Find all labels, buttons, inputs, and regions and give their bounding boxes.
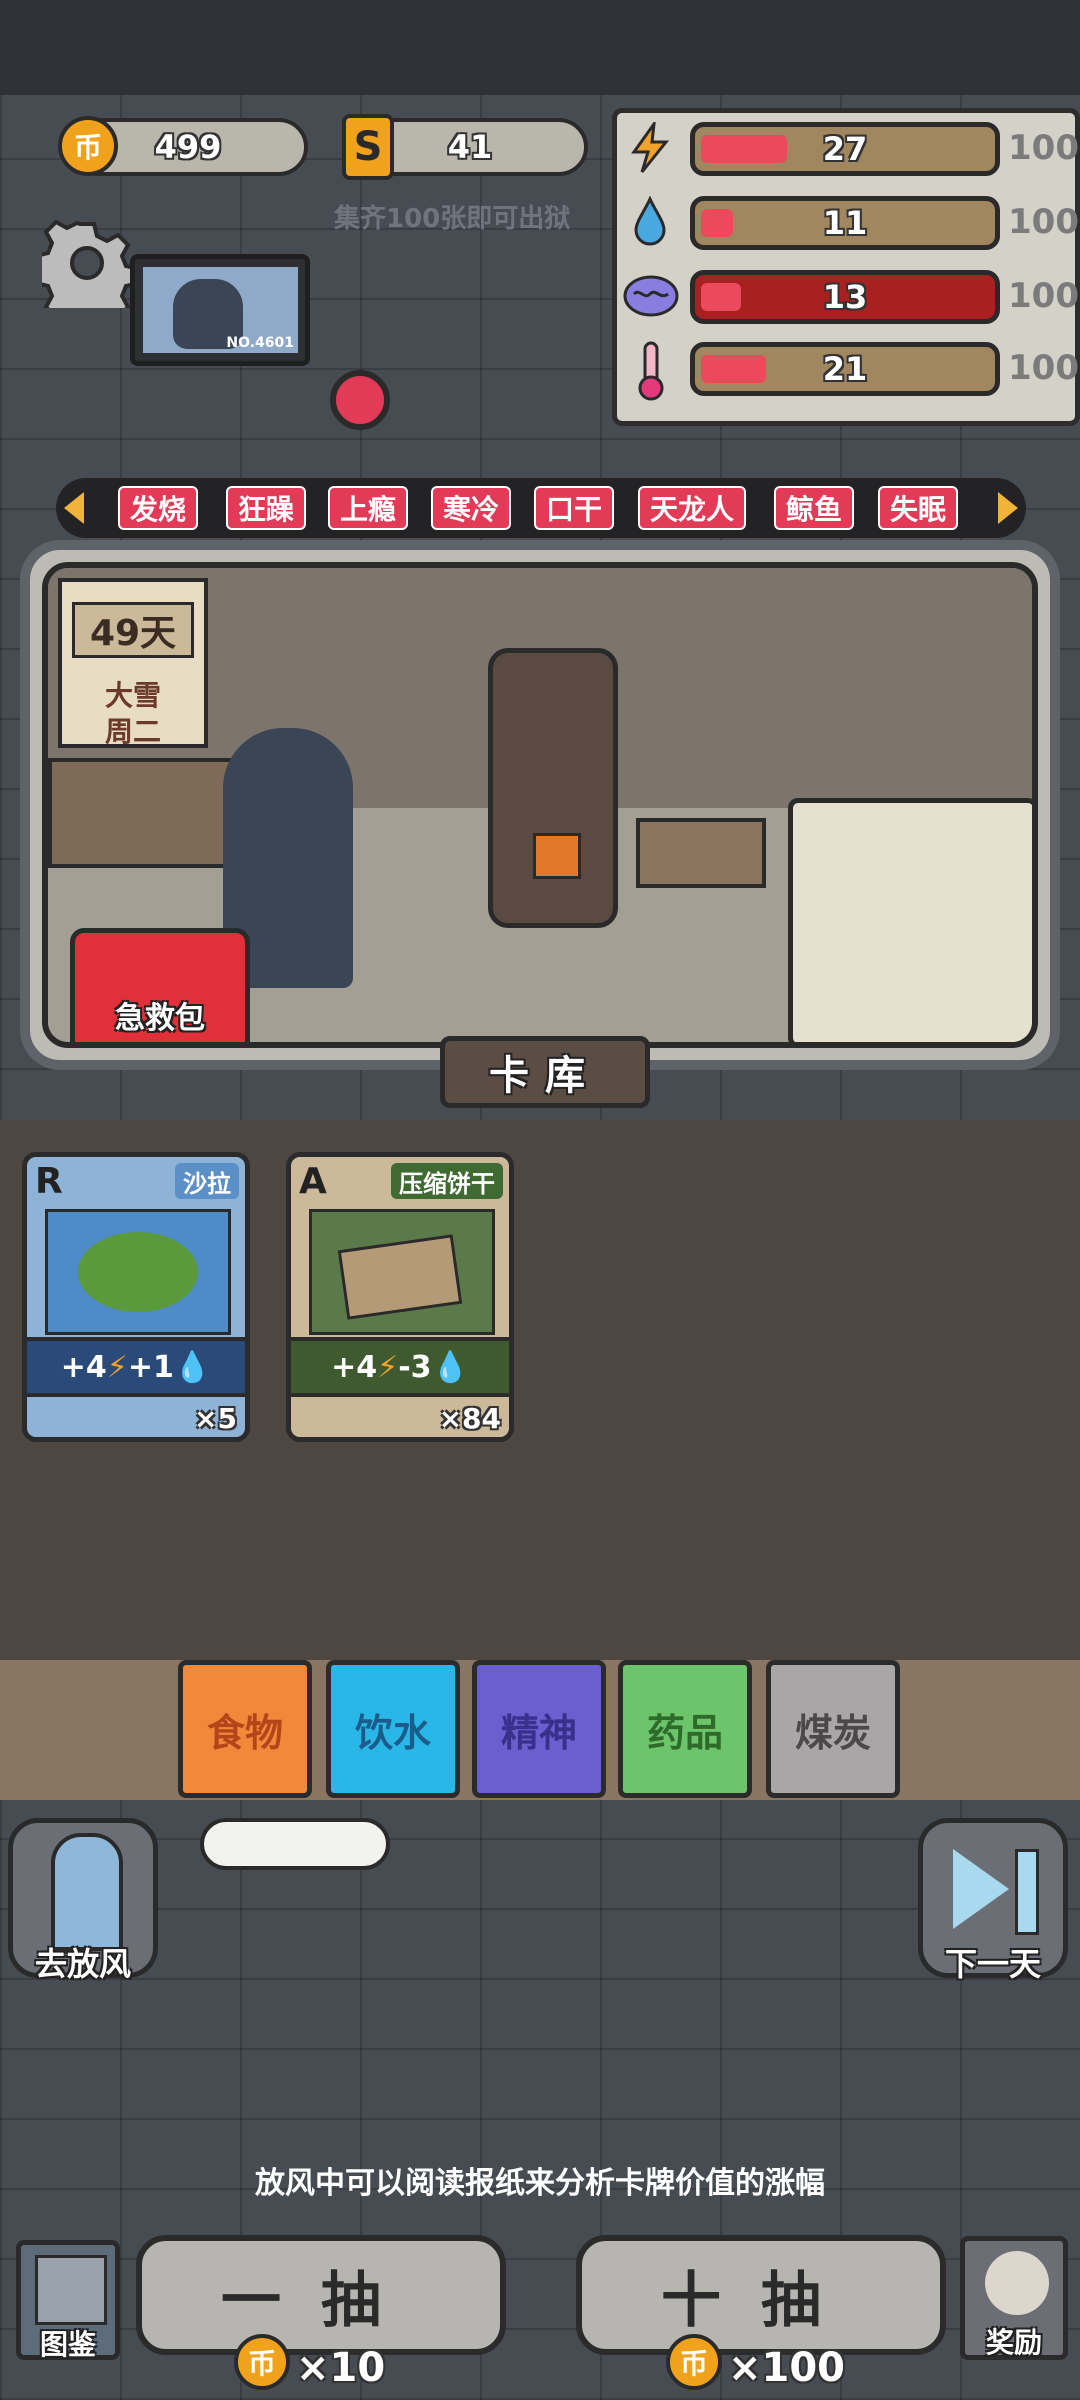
cell-scene: 49天 大雪 周二 急救包 — [42, 562, 1038, 1048]
collect-hint: 集齐100张即可出狱 — [334, 204, 571, 234]
prisoner-number: NO.4601 — [226, 335, 294, 351]
card-compressed-biscuit[interactable]: A 压缩饼干 +4 ⚡ -3 💧 ×84 — [286, 1152, 514, 1442]
spirit-max: 100 — [1008, 276, 1079, 316]
next-day-button[interactable]: 下一天 — [918, 1818, 1068, 1983]
card-rarity: A — [299, 1161, 327, 1202]
energy-max: 100 — [1008, 128, 1079, 168]
water-max: 100 — [1008, 202, 1079, 242]
energy-bar: 27 — [690, 122, 1000, 176]
gear-icon[interactable] — [34, 218, 140, 330]
tab-food[interactable]: 食物 — [178, 1660, 312, 1798]
lightning-icon: ⚡ — [106, 1349, 128, 1385]
alarm-light — [330, 370, 390, 430]
book-icon — [35, 2255, 107, 2325]
water-drop-icon — [632, 195, 668, 248]
tag-tianlongren[interactable]: 天龙人 — [638, 486, 747, 530]
coin-icon: 币 — [58, 116, 118, 176]
calendar: 49天 大雪 周二 — [58, 578, 208, 748]
spirit-bar: 13 — [690, 270, 1000, 324]
tag-insomnia[interactable]: 失眠 — [878, 486, 959, 530]
tag-addicted[interactable]: 上瘾 — [328, 486, 409, 530]
first-aid-kit[interactable]: 急救包 — [70, 928, 250, 1042]
stove[interactable] — [488, 648, 618, 928]
next-day-bar — [1015, 1849, 1039, 1935]
coin-icon: 币 — [234, 2334, 290, 2390]
codex-button[interactable]: 图鉴 — [16, 2240, 120, 2361]
card-salad[interactable]: R 沙拉 +4 ⚡ +1 💧 ×5 — [22, 1152, 250, 1442]
coin-icon: 币 — [666, 2334, 722, 2390]
biscuit-icon — [337, 1234, 463, 1320]
tip-text: 放风中可以阅读报纸来分析卡牌价值的涨幅 — [255, 2166, 825, 2201]
water-bar: 11 — [690, 196, 1000, 250]
tab-coal[interactable]: 煤炭 — [766, 1660, 900, 1798]
lightning-icon — [630, 118, 670, 174]
bed — [788, 798, 1032, 1042]
temperature-max: 100 — [1008, 348, 1079, 388]
tab-spirit[interactable]: 精神 — [472, 1660, 606, 1798]
game-screen: 499 币 41 S 集齐100张即可出狱 NO.4601 27 100 11 … — [0, 0, 1080, 2400]
next-day-icon — [953, 1849, 1009, 1929]
tab-medicine[interactable]: 药品 — [618, 1660, 752, 1798]
card-count: ×84 — [438, 1402, 501, 1435]
mouse-icon — [985, 2251, 1049, 2315]
biscuit-art — [309, 1209, 495, 1335]
brain-icon — [622, 272, 680, 320]
ticket-icon: S — [342, 114, 394, 180]
card-count: ×5 — [194, 1402, 237, 1435]
portrait-screen: NO.4601 — [143, 267, 298, 353]
tag-whale[interactable]: 鲸鱼 — [774, 486, 855, 530]
card-name: 沙拉 — [175, 1163, 239, 1199]
reward-button[interactable]: 奖励 — [960, 2236, 1068, 2360]
deck-title: 卡库 — [440, 1036, 650, 1108]
tag-thirsty[interactable]: 口干 — [534, 486, 615, 530]
scroll-right-icon[interactable] — [998, 492, 1018, 524]
calendar-weather: 大雪 — [104, 679, 161, 712]
single-draw-cost: ×10 — [296, 2345, 386, 2391]
salad-art — [45, 1209, 231, 1335]
card-effect: +4 ⚡ +1 💧 — [27, 1337, 245, 1397]
thermometer-icon — [636, 340, 666, 402]
first-aid-label: 急救包 — [115, 1001, 205, 1036]
card-name: 压缩饼干 — [391, 1163, 503, 1199]
door-icon — [51, 1833, 123, 1951]
tag-manic[interactable]: 狂躁 — [226, 486, 307, 530]
tab-water[interactable]: 饮水 — [326, 1660, 460, 1798]
lightning-icon: ⚡ — [377, 1349, 399, 1385]
ten-draw-cost: ×100 — [728, 2345, 846, 2391]
ten-draw-button[interactable]: 十抽 — [576, 2235, 946, 2355]
calendar-weekday: 周二 — [104, 715, 161, 748]
calendar-days: 49天 — [72, 602, 194, 658]
guard-thought-bubble — [200, 1818, 390, 1870]
card-rarity: R — [35, 1161, 63, 1202]
tag-fever[interactable]: 发烧 — [118, 486, 199, 530]
cell-room: 49天 大雪 周二 急救包 — [20, 540, 1060, 1070]
stool — [636, 818, 766, 888]
stove-fire — [533, 833, 581, 879]
salad-icon — [78, 1232, 198, 1312]
single-draw-button[interactable]: 一抽 — [136, 2235, 506, 2355]
water-drop-icon: 💧 — [431, 1349, 469, 1385]
temperature-bar: 21 — [690, 342, 1000, 396]
card-effect: +4 ⚡ -3 💧 — [291, 1337, 509, 1397]
status-tag-strip: 发烧 狂躁 上瘾 寒冷 口干 天龙人 鲸鱼 失眠 — [56, 478, 1026, 538]
water-drop-icon: 💧 — [173, 1349, 212, 1385]
go-out-button[interactable]: 去放风 — [8, 1818, 158, 1983]
prisoner-monitor: NO.4601 — [130, 254, 310, 366]
tag-cold[interactable]: 寒冷 — [431, 486, 512, 530]
scroll-left-icon[interactable] — [64, 492, 84, 524]
